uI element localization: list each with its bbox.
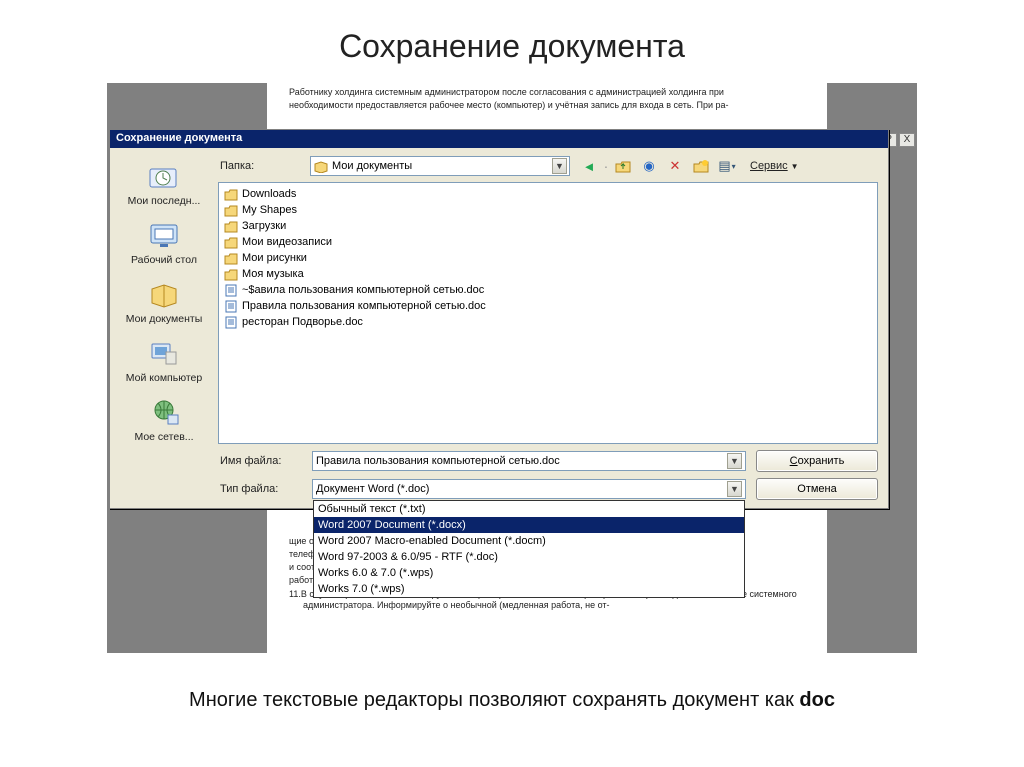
places-bar: Мои последн... Рабочий стол Мои документ… — [116, 154, 212, 500]
place-label: Мои последн... — [119, 195, 209, 207]
folder-icon — [224, 220, 238, 233]
folder-item[interactable]: Мои рисунки — [223, 250, 873, 266]
filename-label: Имя файла: — [218, 455, 306, 467]
file-name: ~$авила пользования компьютерной сетью.d… — [242, 284, 484, 296]
document-icon — [224, 300, 238, 313]
new-folder-button[interactable] — [690, 156, 712, 176]
mydocs-small-icon — [314, 160, 328, 173]
filename-input[interactable]: Правила пользования компьютерной сетью.d… — [312, 451, 746, 471]
place-desktop[interactable]: Рабочий стол — [118, 215, 210, 268]
place-label: Рабочий стол — [119, 254, 209, 266]
document-item[interactable]: ресторан Подворье.doc — [223, 314, 873, 330]
filetype-label: Тип файла: — [218, 483, 306, 495]
delete-icon: ✕ — [670, 158, 681, 174]
document-icon — [224, 284, 238, 297]
document-item[interactable]: ~$авила пользования компьютерной сетью.d… — [223, 282, 873, 298]
views-icon: ▤ — [718, 158, 730, 174]
save-button-label: Сохранить — [790, 455, 845, 467]
folder-label: Папка: — [218, 160, 306, 172]
file-name: Мои рисунки — [242, 252, 307, 264]
place-mydocs[interactable]: Мои документы — [118, 274, 210, 327]
chevron-down-icon[interactable]: ▼ — [727, 481, 742, 497]
place-network[interactable]: Мое сетев... — [118, 392, 210, 445]
folder-toolbar: Папка: Мои документы ▼ ◄ · — [218, 154, 878, 178]
network-icon — [144, 395, 184, 429]
folder-icon — [224, 204, 238, 217]
place-label: Мое сетев... — [119, 431, 209, 443]
close-button[interactable]: X — [899, 133, 915, 147]
file-name: ресторан Подворье.doc — [242, 316, 363, 328]
new-folder-icon — [693, 159, 709, 173]
place-recent[interactable]: Мои последн... — [118, 156, 210, 209]
slide-title: Сохранение документа — [0, 0, 1024, 83]
filetype-value: Документ Word (*.doc) — [316, 483, 429, 495]
filetype-option[interactable]: Works 6.0 & 7.0 (*.wps) — [314, 565, 744, 581]
filetype-option[interactable]: Works 7.0 (*.wps) — [314, 581, 744, 597]
filetype-option[interactable]: Word 2007 Document (*.docx) — [314, 517, 744, 533]
filetype-input[interactable]: Документ Word (*.doc) ▼ Обычный текст (*… — [312, 479, 746, 499]
views-button[interactable]: ▤▾ — [716, 156, 738, 176]
folder-value: Мои документы — [332, 160, 412, 172]
file-name: My Shapes — [242, 204, 297, 216]
bg-line: Работнику холдинга системным администрат… — [289, 87, 805, 98]
slide-caption: Многие текстовые редакторы позволяют сох… — [0, 653, 1024, 712]
save-button[interactable]: Сохранить — [756, 450, 878, 472]
dialog-titlebar: Сохранение документа — [110, 130, 888, 148]
file-name: Downloads — [242, 188, 296, 200]
file-name: Загрузки — [242, 220, 286, 232]
recent-icon — [144, 159, 184, 193]
up-folder-icon — [615, 159, 631, 173]
file-name: Правила пользования компьютерной сетью.d… — [242, 300, 486, 312]
chevron-down-icon[interactable]: ▼ — [727, 453, 742, 469]
folder-item[interactable]: My Shapes — [223, 202, 873, 218]
folder-combo[interactable]: Мои документы ▼ — [310, 156, 570, 176]
file-name: Мои видеозаписи — [242, 236, 332, 248]
folder-item[interactable]: Загрузки — [223, 218, 873, 234]
filename-value: Правила пользования компьютерной сетью.d… — [316, 455, 560, 467]
service-label: Сервис — [750, 160, 788, 172]
folder-icon — [224, 188, 238, 201]
workspace: Работнику холдинга системным администрат… — [107, 83, 917, 653]
desktop-icon — [144, 218, 184, 252]
filetype-option[interactable]: Word 97-2003 & 6.0/95 - RTF (*.doc) — [314, 549, 744, 565]
place-label: Мои документы — [119, 313, 209, 325]
file-list[interactable]: Downloads My Shapes Загрузки Мои видеозапис… — [218, 182, 878, 444]
folder-item[interactable]: Downloads — [223, 186, 873, 202]
document-item[interactable]: Правила пользования компьютерной сетью.d… — [223, 298, 873, 314]
filetype-option[interactable]: Word 2007 Macro-enabled Document (*.docm… — [314, 533, 744, 549]
folder-icon — [224, 236, 238, 249]
filetype-option[interactable]: Обычный текст (*.txt) — [314, 501, 744, 517]
delete-button[interactable]: ✕ — [664, 156, 686, 176]
folder-item[interactable]: Мои видеозаписи — [223, 234, 873, 250]
file-name: Моя музыка — [242, 268, 304, 280]
chevron-down-icon[interactable]: ▼ — [552, 158, 567, 174]
cancel-button[interactable]: Отмена — [756, 478, 878, 500]
back-button[interactable]: ◄ — [578, 156, 600, 176]
separator: · — [604, 156, 608, 176]
service-menu[interactable]: Сервис ▼ — [742, 156, 805, 176]
place-mycomputer[interactable]: Мой компьютер — [118, 333, 210, 386]
place-label: Мой компьютер — [119, 372, 209, 384]
search-web-button[interactable]: ◉ — [638, 156, 660, 176]
folder-icon — [224, 268, 238, 281]
folder-icon — [224, 252, 238, 265]
document-icon — [224, 316, 238, 329]
filetype-dropdown[interactable]: Обычный текст (*.txt)Word 2007 Document … — [313, 500, 745, 598]
cancel-button-label: Отмена — [797, 483, 836, 495]
up-button[interactable] — [612, 156, 634, 176]
folder-item[interactable]: Моя музыка — [223, 266, 873, 282]
chevron-down-icon: ▼ — [791, 162, 799, 171]
back-icon: ◄ — [583, 159, 596, 174]
save-as-dialog: Сохранение документа Мои последн... Рабо… — [109, 129, 889, 509]
search-icon: ◉ — [643, 158, 654, 174]
mydocs-icon — [144, 277, 184, 311]
mycomputer-icon — [144, 336, 184, 370]
bg-line: необходимости предоставляется рабочее ме… — [289, 100, 805, 111]
